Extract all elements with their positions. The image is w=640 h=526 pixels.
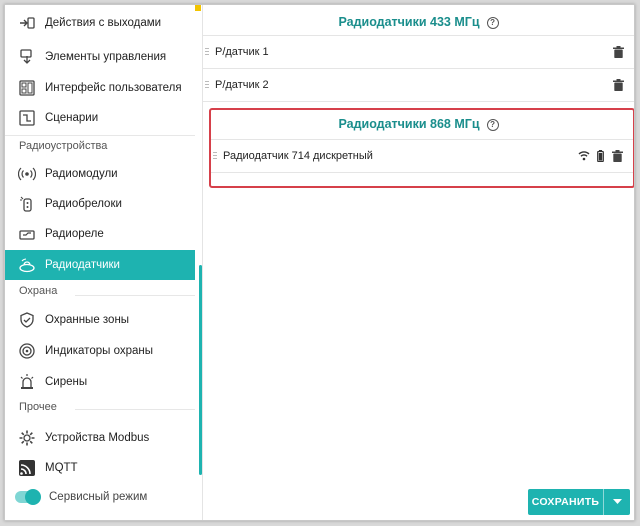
drag-handle-icon[interactable] [205, 48, 209, 56]
user-interface-icon [16, 77, 38, 99]
wifi-signal-icon [578, 150, 590, 164]
sidebar-item-label: Сценарии [45, 112, 99, 124]
modbus-gear-icon [16, 427, 38, 449]
save-dropdown-button[interactable] [603, 489, 630, 515]
shield-icon [16, 309, 38, 331]
sidebar-item-label: MQTT [45, 462, 78, 474]
sidebar-item-label: Элементы управления [45, 51, 167, 63]
sidebar-item-controls[interactable]: Элементы управления [5, 42, 195, 72]
sidebar-item-security-indicators[interactable]: Индикаторы охраны [5, 336, 195, 366]
sidebar-item-outputs-actions[interactable]: Действия с выходами [5, 8, 195, 38]
section-label-radio: Радиоустройства [19, 140, 108, 152]
sidebar-item-sirens[interactable]: Сирены [5, 367, 195, 397]
scenarios-icon [16, 107, 38, 129]
caret-down-icon [612, 499, 622, 504]
siren-icon [16, 371, 38, 393]
sidebar-item-radio-relay[interactable]: Радиореле [5, 219, 195, 249]
radio-module-icon [16, 163, 38, 185]
service-mode-control[interactable]: Сервисный режим [15, 489, 148, 505]
panel-868-title: Радиодатчики 868 МГц? [203, 117, 634, 131]
sidebar-item-mqtt[interactable]: MQTT [5, 453, 195, 483]
trash-icon[interactable] [612, 150, 623, 165]
toggle-knob [25, 489, 41, 505]
sidebar-item-modbus[interactable]: Устройства Modbus [5, 423, 195, 453]
sidebar-item-label: Действия с выходами [45, 17, 162, 29]
trash-icon[interactable] [613, 79, 624, 94]
sensor-row[interactable]: Радиодатчик 714 дискретный [211, 139, 633, 173]
sidebar-item-key-fobs[interactable]: Радиобрелоки [5, 189, 195, 219]
sidebar-item-label: Сирены [45, 376, 88, 388]
sidebar-item-label: Радиореле [45, 228, 104, 240]
sensor-name: Р/датчик 2 [215, 79, 269, 91]
sidebar-scrollbar[interactable] [199, 265, 202, 475]
sidebar-item-label: Интерфейс пользователя [45, 82, 182, 94]
sidebar-item-user-interface[interactable]: Интерфейс пользователя [5, 73, 195, 103]
sensor-name: Радиодатчик 714 дискретный [223, 150, 373, 162]
sidebar-item-label: Индикаторы охраны [45, 345, 153, 357]
sensor-name: Р/датчик 1 [215, 46, 269, 58]
top-accent [195, 5, 201, 11]
help-icon[interactable]: ? [486, 16, 499, 29]
radio-sensor-icon [16, 254, 38, 276]
sensor-row[interactable]: Р/датчик 2 [203, 68, 634, 102]
key-fob-icon [16, 193, 38, 215]
section-label-other: Прочее [19, 401, 57, 413]
panel-868-title-text: Радиодатчики 868 МГц [338, 117, 480, 131]
controls-icon [16, 46, 38, 68]
save-button[interactable]: СОХРАНИТЬ [528, 489, 603, 515]
sidebar-item-label: Радиомодули [45, 168, 118, 180]
sidebar-item-label: Устройства Modbus [45, 432, 150, 444]
save-button-group: СОХРАНИТЬ [528, 489, 630, 515]
service-mode-toggle[interactable] [15, 489, 41, 505]
sidebar-item-label: Радиобрелоки [45, 198, 122, 210]
sidebar-item-label: Охранные зоны [45, 314, 130, 326]
divider [75, 409, 195, 410]
drag-handle-icon[interactable] [213, 152, 217, 160]
service-mode-label: Сервисный режим [49, 491, 148, 503]
panel-433-title: Радиодатчики 433 МГц? [203, 15, 634, 29]
trash-icon[interactable] [613, 46, 624, 61]
main-content: Радиодатчики 433 МГц? Р/датчик 1 Р/датчи… [203, 5, 634, 520]
battery-icon [597, 150, 604, 165]
sidebar-item-label: Радиодатчики [45, 259, 120, 271]
sidebar-item-radio-modules[interactable]: Радиомодули [5, 159, 195, 189]
help-icon[interactable]: ? [486, 118, 499, 131]
divider [5, 135, 195, 136]
mqtt-icon [16, 457, 38, 479]
app-window: Действия с выходами Элементы управления … [4, 4, 635, 521]
sensor-row[interactable]: Р/датчик 1 [203, 35, 634, 68]
sidebar-item-scenarios[interactable]: Сценарии [5, 103, 195, 133]
sidebar: Действия с выходами Элементы управления … [5, 5, 203, 520]
security-indicator-icon [16, 340, 38, 362]
sidebar-item-radio-sensors[interactable]: Радиодатчики [5, 250, 195, 280]
outputs-actions-icon [16, 12, 38, 34]
radio-relay-icon [16, 223, 38, 245]
divider [75, 295, 195, 296]
section-label-security: Охрана [19, 285, 58, 297]
sidebar-item-security-zones[interactable]: Охранные зоны [5, 305, 195, 335]
drag-handle-icon[interactable] [205, 81, 209, 89]
panel-433-title-text: Радиодатчики 433 МГц [338, 15, 480, 29]
